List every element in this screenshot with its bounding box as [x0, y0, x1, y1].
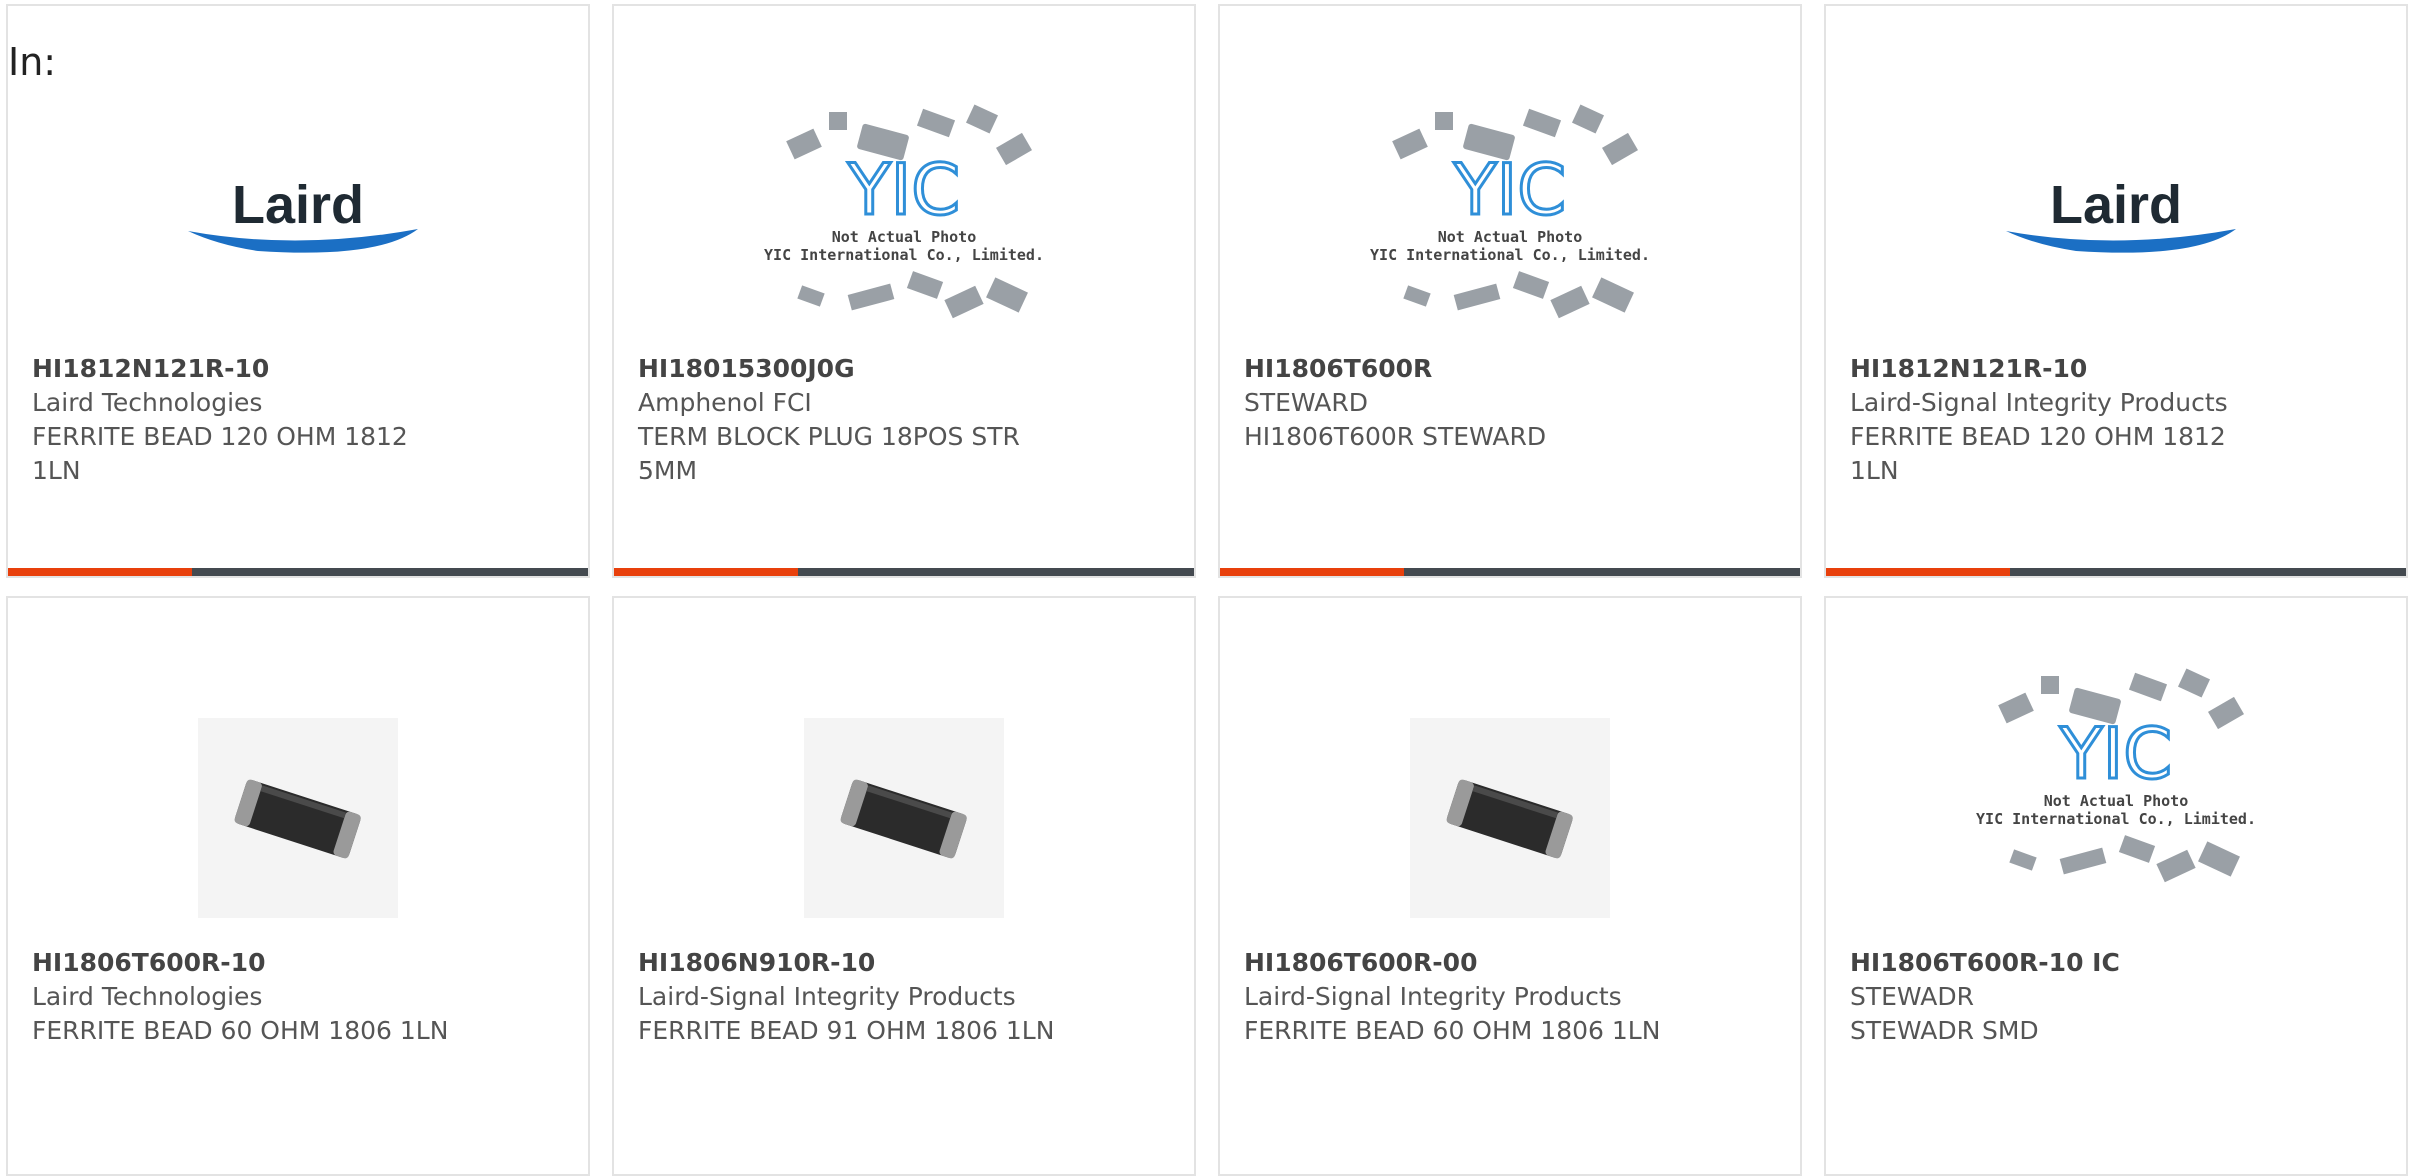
manufacturer: Amphenol FCI [638, 388, 812, 417]
manufacturer: Laird-Signal Integrity Products [1244, 982, 1622, 1011]
manufacturer: Laird-Signal Integrity Products [638, 982, 1016, 1011]
product-grid: In: Laird HI1812N121R-10 Laird Technolog… [0, 0, 2410, 1176]
product-image[interactable]: YIC Not Actual Photo YIC International C… [614, 84, 1194, 344]
svg-text:YIC International Co., Limited: YIC International Co., Limited. [1370, 246, 1650, 264]
product-info: HI1806T600R-10 Laird Technologies FERRIT… [32, 946, 528, 1048]
product-info: HI18015300J0G Amphenol FCI TERM BLOCK PL… [638, 352, 1034, 488]
card-accent-bar [614, 568, 1194, 576]
svg-text:YIC: YIC [1453, 149, 1566, 231]
description: HI1806T600R STEWARD [1244, 422, 1547, 451]
product-image[interactable]: Laird [8, 84, 588, 344]
ferrite-bead-icon [198, 718, 398, 918]
part-number[interactable]: HI1806T600R-10 IC [1850, 946, 2246, 980]
svg-text:YIC International Co., Limited: YIC International Co., Limited. [1976, 810, 2256, 828]
description: FERRITE BEAD 120 OHM 1812 1LN [32, 422, 408, 485]
product-card[interactable]: HI1806T600R-10 Laird Technologies FERRIT… [6, 596, 590, 1176]
product-info: HI1806N910R-10 Laird-Signal Integrity Pr… [638, 946, 1134, 1048]
part-number[interactable]: HI1806T600R-10 [32, 946, 528, 980]
card-accent-bar [8, 568, 588, 576]
description: FERRITE BEAD 120 OHM 1812 1LN [1850, 422, 2226, 485]
product-card[interactable]: HI1806N910R-10 Laird-Signal Integrity Pr… [612, 596, 1196, 1176]
product-card[interactable]: YIC Not Actual Photo YIC International C… [1218, 4, 1802, 578]
product-card[interactable]: Laird HI1812N121R-10 Laird Technologies … [6, 4, 590, 578]
svg-text:Not Actual Photo: Not Actual Photo [1438, 228, 1583, 246]
product-info: HI1806T600R-10 IC STEWADR STEWADR SMD [1850, 946, 2246, 1048]
card-accent-bar [1220, 568, 1800, 576]
product-card[interactable]: HI1806T600R-00 Laird-Signal Integrity Pr… [1218, 596, 1802, 1176]
product-info: HI1806T600R STEWARD HI1806T600R STEWARD [1244, 352, 1640, 454]
manufacturer: Laird Technologies [32, 388, 263, 417]
ferrite-bead-icon [804, 718, 1004, 918]
description: FERRITE BEAD 60 OHM 1806 1LN [1244, 1016, 1661, 1045]
part-number[interactable]: HI1806T600R [1244, 352, 1640, 386]
product-image[interactable]: Laird [1826, 84, 2406, 344]
product-image[interactable]: YIC Not Actual Photo YIC International C… [1220, 84, 1800, 344]
manufacturer: Laird-Signal Integrity Products [1850, 388, 2228, 417]
part-number[interactable]: HI1812N121R-10 [32, 352, 428, 386]
manufacturer: Laird Technologies [32, 982, 263, 1011]
part-number[interactable]: HI1806N910R-10 [638, 946, 1134, 980]
part-number[interactable]: HI18015300J0G [638, 352, 1034, 386]
product-image[interactable] [8, 678, 588, 958]
manufacturer: STEWARD [1244, 388, 1369, 417]
svg-text:Not Actual Photo: Not Actual Photo [832, 228, 977, 246]
product-card[interactable]: Laird HI1812N121R-10 Laird-Signal Integr… [1824, 4, 2408, 578]
product-image[interactable] [1220, 678, 1800, 958]
product-info: HI1806T600R-00 Laird-Signal Integrity Pr… [1244, 946, 1740, 1048]
card-accent-bar [1826, 568, 2406, 576]
description: TERM BLOCK PLUG 18POS STR 5MM [638, 422, 1020, 485]
product-card[interactable]: YIC Not Actual Photo YIC International C… [612, 4, 1196, 578]
description: FERRITE BEAD 60 OHM 1806 1LN [32, 1016, 449, 1045]
product-card[interactable]: YIC Not Actual Photo YIC International C… [1824, 596, 2408, 1176]
svg-text:Laird: Laird [2050, 175, 2182, 235]
product-info: HI1812N121R-10 Laird Technologies FERRIT… [32, 352, 428, 488]
yic-placeholder-icon: YIC Not Actual Photo YIC International C… [1370, 104, 1650, 319]
part-number[interactable]: HI1812N121R-10 [1850, 352, 2246, 386]
product-image[interactable]: YIC Not Actual Photo YIC International C… [1826, 638, 2406, 918]
description: FERRITE BEAD 91 OHM 1806 1LN [638, 1016, 1055, 1045]
product-image[interactable] [614, 678, 1194, 958]
in-label: In: [8, 40, 57, 84]
description: STEWADR SMD [1850, 1016, 2039, 1045]
svg-text:YIC: YIC [847, 149, 960, 231]
svg-text:YIC: YIC [2059, 713, 2172, 795]
manufacturer: STEWADR [1850, 982, 1975, 1011]
yic-placeholder-icon: YIC Not Actual Photo YIC International C… [1976, 668, 2256, 883]
svg-text:YIC International Co., Limited: YIC International Co., Limited. [764, 246, 1044, 264]
laird-logo-icon: Laird [188, 175, 418, 253]
svg-text:Laird: Laird [232, 175, 364, 235]
yic-placeholder-icon: YIC Not Actual Photo YIC International C… [764, 104, 1044, 319]
svg-text:Not Actual Photo: Not Actual Photo [2044, 792, 2189, 810]
part-number[interactable]: HI1806T600R-00 [1244, 946, 1740, 980]
laird-logo-icon: Laird [2006, 175, 2236, 253]
product-info: HI1812N121R-10 Laird-Signal Integrity Pr… [1850, 352, 2246, 488]
ferrite-bead-icon [1410, 718, 1610, 918]
